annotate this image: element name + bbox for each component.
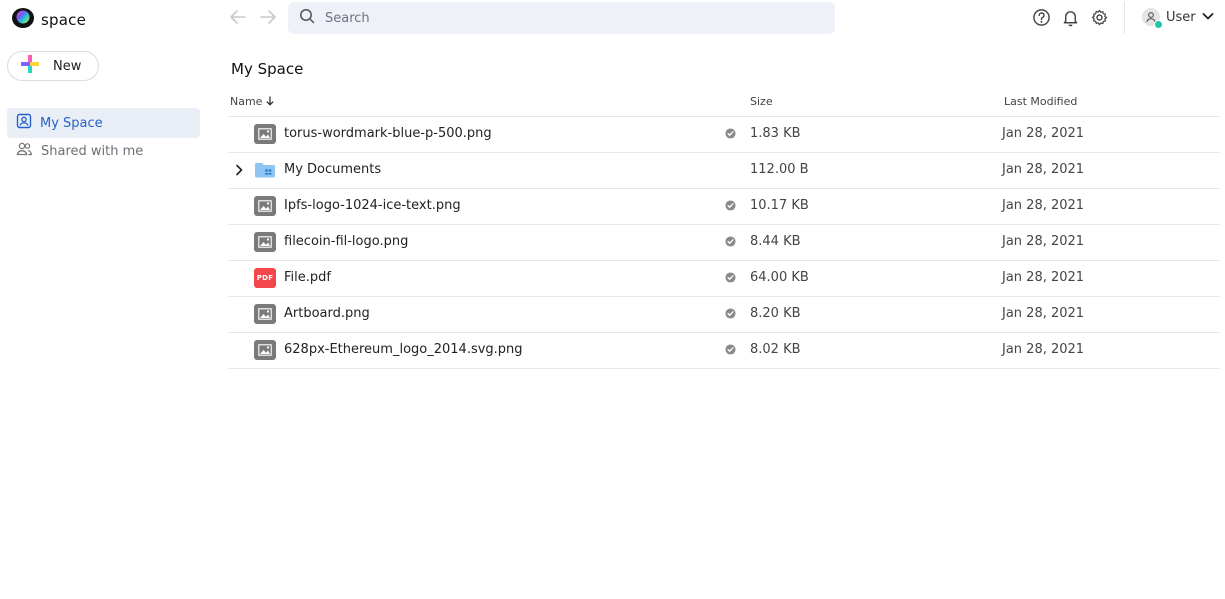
file-modified: Jan 28, 2021 (1002, 306, 1085, 321)
file-name: Artboard.png (284, 306, 370, 321)
page-title: My Space (231, 60, 304, 78)
file-name: torus-wordmark-blue-p-500.png (284, 126, 492, 141)
file-size: 8.02 KB (750, 342, 801, 357)
column-header-size[interactable]: Size (750, 95, 773, 108)
sidebar-item-my-space[interactable]: My Space (7, 108, 200, 138)
shared-folder-icon (254, 160, 276, 180)
back-arrow-icon[interactable] (228, 7, 248, 27)
synced-check-icon (725, 236, 736, 251)
file-modified: Jan 28, 2021 (1002, 198, 1085, 213)
top-icons (1032, 8, 1109, 31)
sidebar-item-label: My Space (40, 115, 103, 131)
synced-check-icon (725, 200, 736, 215)
column-header-last-modified[interactable]: Last Modified (1004, 95, 1077, 108)
file-size: 8.20 KB (750, 306, 801, 321)
column-header-name[interactable]: Name (230, 95, 274, 109)
plus-icon (21, 55, 39, 77)
image-file-icon (254, 232, 276, 252)
user-menu[interactable]: User (1142, 8, 1214, 29)
table-header: Name Size Last Modified (228, 94, 1220, 117)
chevron-down-icon (1202, 10, 1214, 25)
file-modified: Jan 28, 2021 (1002, 270, 1085, 285)
file-size: 10.17 KB (750, 198, 809, 213)
table-row[interactable]: My Documents 112.00 B Jan 28, 2021 (228, 152, 1220, 189)
table-row[interactable]: PDF File.pdf 64.00 KB Jan 28, 2021 (228, 260, 1220, 297)
table-row[interactable]: torus-wordmark-blue-p-500.png 1.83 KB Ja… (228, 116, 1220, 153)
app-logo[interactable]: space (11, 7, 86, 33)
file-name: Ipfs-logo-1024-ice-text.png (284, 198, 461, 213)
sidebar-item-label: Shared with me (41, 143, 144, 159)
user-label: User (1166, 9, 1196, 25)
new-button-label: New (53, 58, 82, 74)
synced-check-icon (725, 344, 736, 359)
table-row[interactable]: Ipfs-logo-1024-ice-text.png 10.17 KB Jan… (228, 188, 1220, 225)
image-file-icon (254, 304, 276, 324)
file-modified: Jan 28, 2021 (1002, 234, 1085, 249)
table-row[interactable]: filecoin-fil-logo.png 8.44 KB Jan 28, 20… (228, 224, 1220, 261)
file-modified: Jan 28, 2021 (1002, 162, 1085, 177)
synced-check-icon (725, 128, 736, 143)
gear-icon[interactable] (1090, 8, 1109, 31)
app-name: space (41, 11, 87, 29)
image-file-icon (254, 340, 276, 360)
search-bar[interactable] (288, 2, 835, 34)
file-size: 64.00 KB (750, 270, 809, 285)
sidebar-item-shared-with-me[interactable]: Shared with me (7, 136, 200, 166)
file-modified: Jan 28, 2021 (1002, 126, 1085, 141)
file-size: 112.00 B (750, 162, 809, 177)
file-modified: Jan 28, 2021 (1002, 342, 1085, 357)
chevron-right-icon[interactable] (235, 164, 244, 180)
table-row[interactable]: 628px-Ethereum_logo_2014.svg.png 8.02 KB… (228, 332, 1220, 369)
topbar-divider (1124, 2, 1125, 34)
file-size: 1.83 KB (750, 126, 801, 141)
image-file-icon (254, 196, 276, 216)
space-logo-icon (11, 7, 35, 33)
sort-arrow-down-icon (266, 96, 274, 109)
online-status-dot (1154, 20, 1163, 29)
pdf-file-icon: PDF (254, 268, 276, 288)
image-file-icon (254, 124, 276, 144)
bell-icon[interactable] (1061, 8, 1080, 31)
file-name: filecoin-fil-logo.png (284, 234, 409, 249)
file-size: 8.44 KB (750, 234, 801, 249)
file-name: File.pdf (284, 270, 331, 285)
folder-name: My Documents (284, 162, 382, 177)
file-name: 628px-Ethereum_logo_2014.svg.png (284, 342, 523, 357)
table-row[interactable]: Artboard.png 8.20 KB Jan 28, 2021 (228, 296, 1220, 333)
avatar (1142, 8, 1163, 29)
nav-arrows (228, 7, 278, 27)
users-icon (16, 141, 33, 161)
new-button[interactable]: New (7, 51, 99, 81)
my-space-icon (16, 113, 32, 133)
search-input[interactable] (323, 9, 807, 27)
search-icon (299, 8, 315, 28)
synced-check-icon (725, 308, 736, 323)
help-icon[interactable] (1032, 8, 1051, 31)
forward-arrow-icon[interactable] (258, 7, 278, 27)
synced-check-icon (725, 272, 736, 287)
